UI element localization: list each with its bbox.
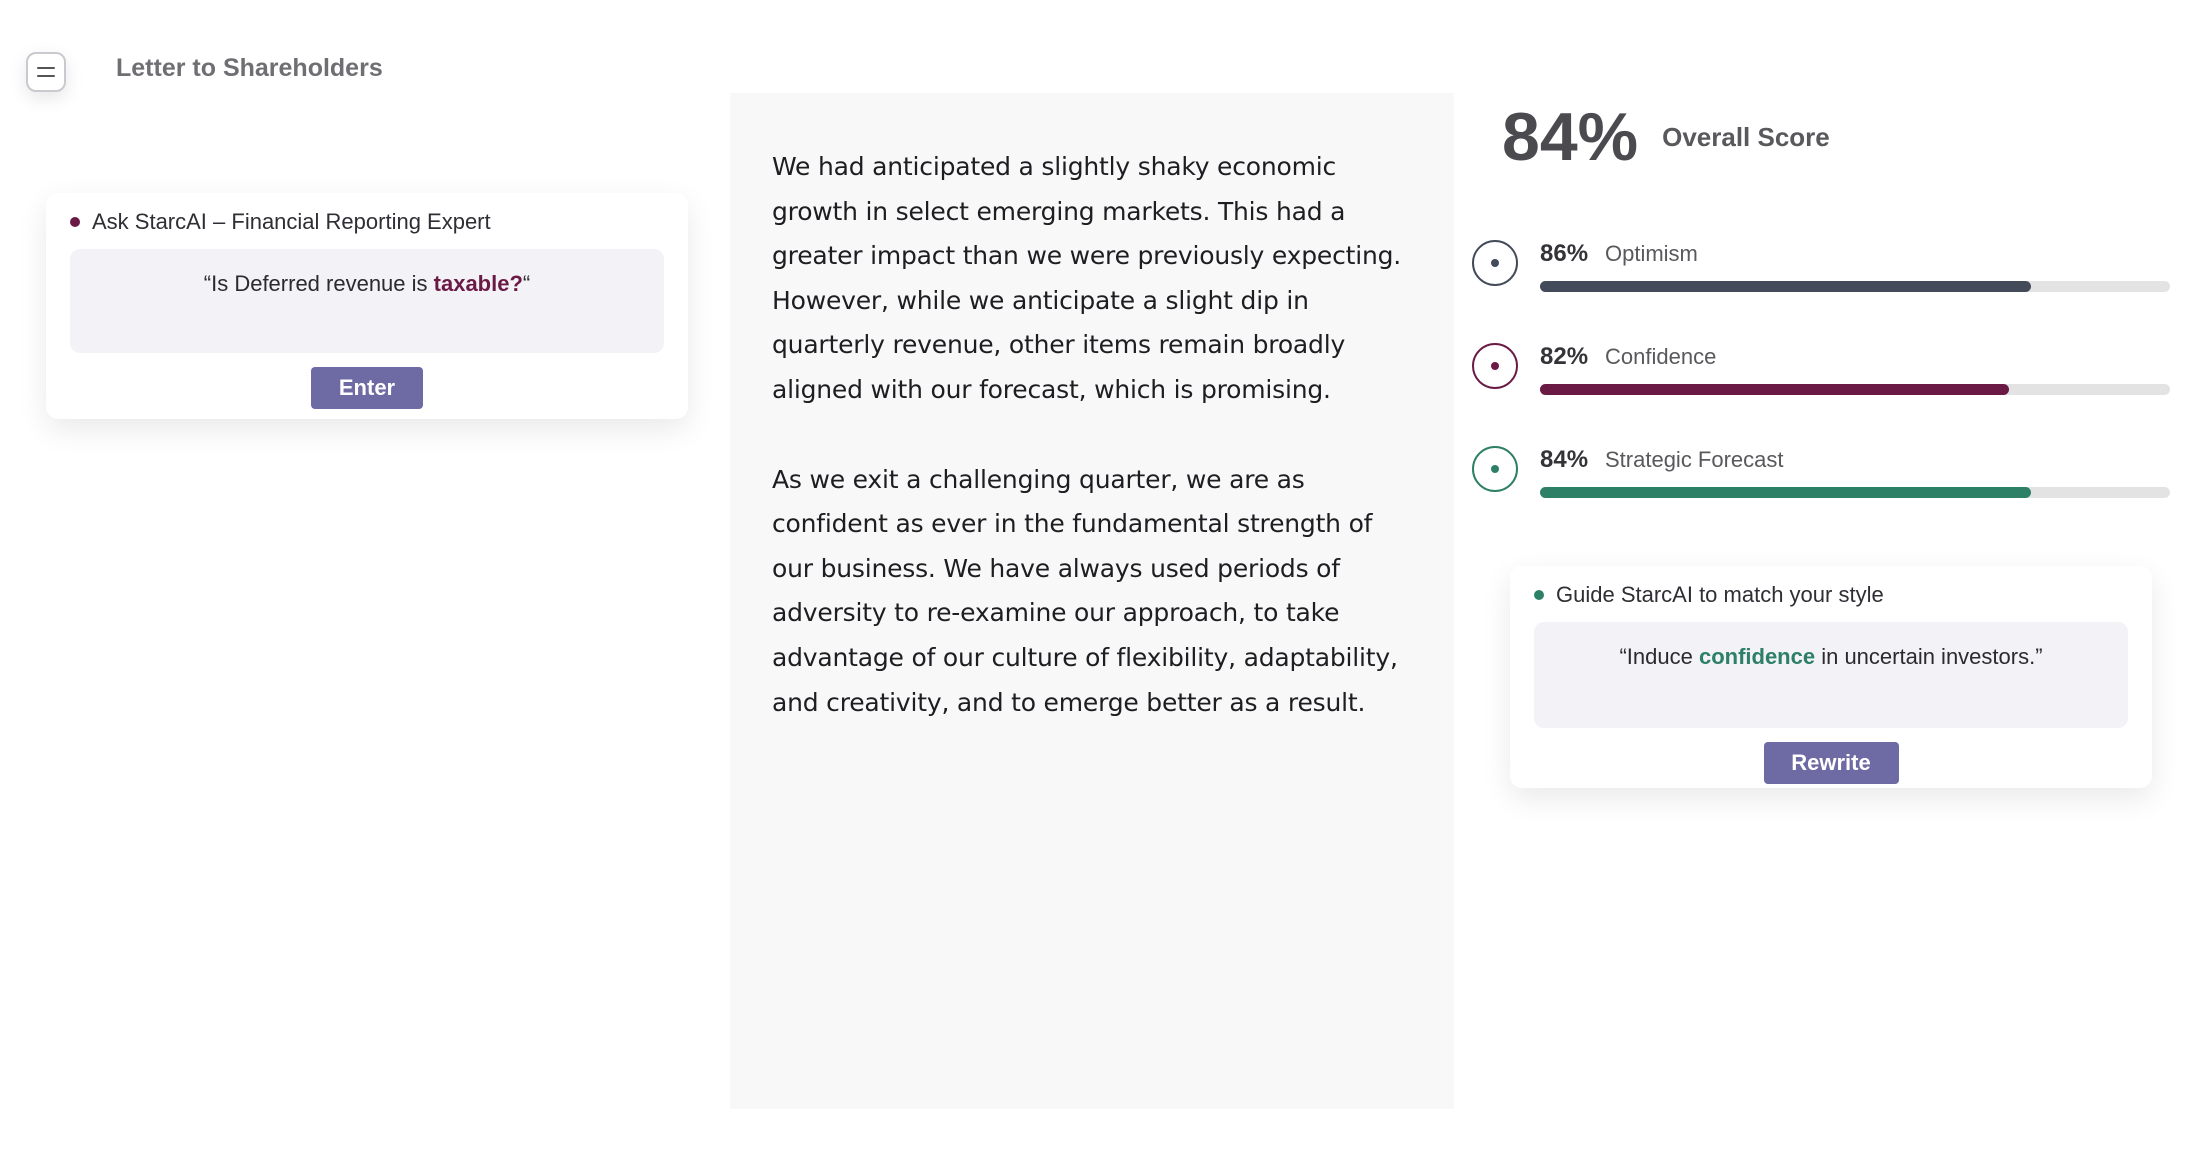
- metric-value: 82%: [1540, 343, 1589, 370]
- document-paragraph: We had anticipated a slightly shaky econ…: [772, 152, 1402, 404]
- menu-button[interactable]: [26, 52, 66, 92]
- enter-button[interactable]: Enter: [311, 367, 423, 409]
- metric-value: 86%: [1540, 240, 1589, 267]
- ask-prompt-input[interactable]: “Is Deferred revenue is taxable?“: [70, 249, 664, 353]
- metric-progress-bar: [1540, 487, 2170, 498]
- guide-card-header: Guide StarcAI to match your style: [1534, 582, 2128, 608]
- guide-prompt-input[interactable]: “Induce confidence in uncertain investor…: [1534, 622, 2128, 728]
- metric-progress-fill: [1540, 281, 2032, 292]
- metric-progress-fill: [1540, 384, 2010, 395]
- target-icon: [1472, 446, 1518, 492]
- guide-starcai-card: Guide StarcAI to match your style “Induc…: [1510, 566, 2152, 788]
- ask-prompt-prefix: “Is Deferred revenue is: [203, 271, 434, 296]
- target-icon: [1472, 343, 1518, 389]
- metric-label: Confidence: [1605, 344, 1717, 369]
- target-icon: [1472, 240, 1518, 286]
- metric-label: Optimism: [1605, 241, 1698, 266]
- guide-prompt-prefix: “Induce: [1619, 644, 1699, 669]
- guide-prompt-suffix: in uncertain investors.”: [1815, 644, 2043, 669]
- metric-progress-fill: [1540, 487, 2032, 498]
- metric-value: 84%: [1540, 446, 1589, 473]
- metric-optimism: 86% Optimism: [1472, 232, 2172, 302]
- document-paragraph: As we exit a challenging quarter, we are…: [772, 464, 1398, 717]
- metric-progress-bar: [1540, 384, 2170, 395]
- metric-progress-bar: [1540, 281, 2170, 292]
- metric-label: Strategic Forecast: [1605, 447, 1784, 472]
- overall-score-label: Overall Score: [1662, 121, 1830, 152]
- metric-strategic-forecast: 84% Strategic Forecast: [1472, 438, 2172, 508]
- ask-card-title: Ask StarcAI – Financial Reporting Expert: [92, 209, 491, 234]
- status-dot-icon: [70, 217, 80, 227]
- metric-confidence: 82% Confidence: [1472, 335, 2172, 405]
- guide-card-title: Guide StarcAI to match your style: [1556, 582, 1884, 607]
- ask-prompt-highlight: taxable?: [433, 271, 523, 296]
- rewrite-button[interactable]: Rewrite: [1763, 742, 1899, 784]
- ask-starcai-card: Ask StarcAI – Financial Reporting Expert…: [46, 193, 688, 419]
- overall-score-value: 84%: [1502, 99, 1639, 175]
- ask-prompt-suffix: “: [522, 271, 531, 296]
- guide-prompt-highlight: confidence: [1698, 644, 1816, 669]
- status-dot-icon: [1534, 590, 1544, 600]
- document-editor[interactable]: We had anticipated a slightly shaky econ…: [730, 93, 1454, 1109]
- page-title: Letter to Shareholders: [116, 54, 383, 82]
- ask-card-header: Ask StarcAI – Financial Reporting Expert: [70, 209, 664, 235]
- overall-score: 84% Overall Score: [1502, 98, 1830, 176]
- menu-icon: [37, 66, 55, 78]
